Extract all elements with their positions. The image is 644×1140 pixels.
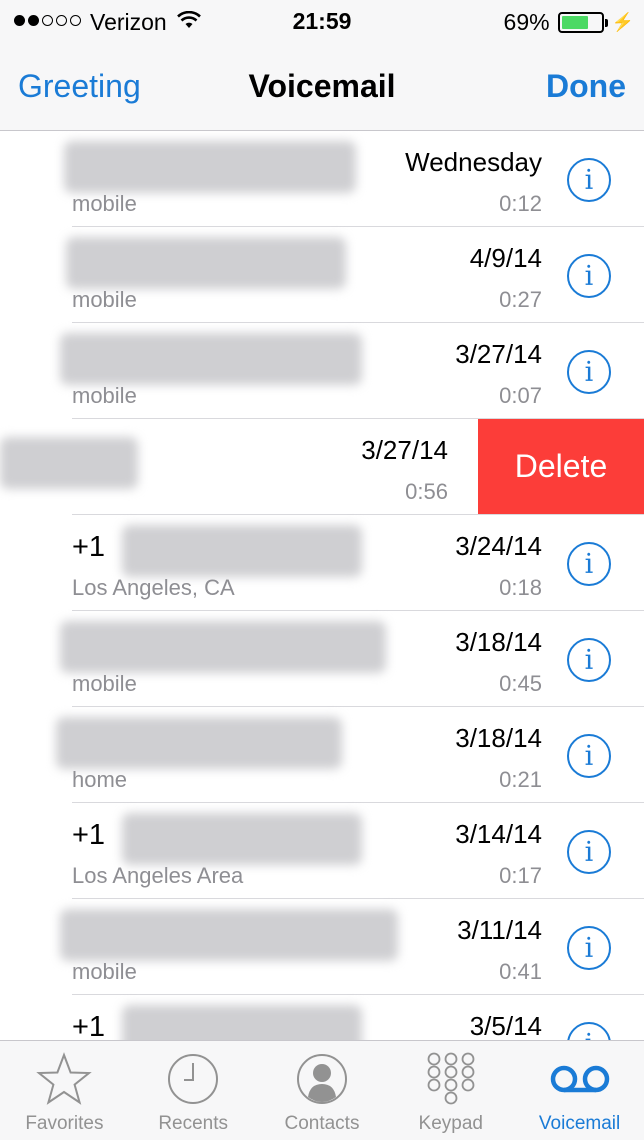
voicemail-icon bbox=[548, 1051, 612, 1107]
tab-label: Voicemail bbox=[538, 1113, 621, 1134]
battery-icon bbox=[557, 11, 608, 33]
voicemail-row[interactable]: 4/9/14 mobile 0:27 i bbox=[0, 227, 644, 323]
tab-label: Recents bbox=[158, 1113, 229, 1134]
voicemail-label: mobile bbox=[72, 191, 137, 216]
tab-label: Contacts bbox=[284, 1113, 360, 1134]
voicemail-duration: 0:41 bbox=[499, 959, 542, 984]
info-button[interactable]: i bbox=[567, 542, 611, 586]
info-button[interactable]: i bbox=[567, 254, 611, 298]
blurred-caller-name bbox=[64, 141, 356, 193]
charging-bolt-icon: ⚡ bbox=[611, 11, 634, 32]
blurred-caller-name bbox=[60, 909, 398, 961]
voicemail-date: 4/9/14 bbox=[469, 243, 542, 273]
voicemail-date: 3/18/14 bbox=[455, 723, 542, 753]
delete-button[interactable]: Delete bbox=[478, 419, 644, 514]
status-bar: Verizon 21:59 69% ⚡ bbox=[0, 0, 644, 44]
voicemail-row[interactable]: 3/27/14 mobile 0:07 i bbox=[0, 323, 644, 419]
info-button[interactable]: i bbox=[567, 830, 611, 874]
tab-voicemail[interactable]: Voicemail bbox=[515, 1041, 644, 1140]
voicemail-duration: 0:17 bbox=[499, 863, 542, 888]
voicemail-row[interactable]: 3/18/14 home 0:21 i bbox=[0, 707, 644, 803]
info-button[interactable]: i bbox=[567, 926, 611, 970]
voicemail-date: Wednesday bbox=[405, 147, 542, 177]
voicemail-row-swiped[interactable]: 3/27/14 0:56 Delete bbox=[0, 419, 644, 515]
blurred-caller-name bbox=[56, 717, 342, 769]
voicemail-label: home bbox=[72, 767, 128, 792]
voicemail-duration: 0:56 bbox=[405, 479, 448, 504]
blurred-caller-name bbox=[60, 333, 362, 385]
voicemail-row[interactable]: 3/18/14 mobile 0:45 i bbox=[0, 611, 644, 707]
voicemail-label: mobile bbox=[72, 287, 137, 312]
blurred-phone-number bbox=[122, 1005, 362, 1040]
voicemail-duration: 0:21 bbox=[499, 767, 542, 792]
voicemail-label: Los Angeles Area bbox=[72, 863, 244, 888]
voicemail-date: 3/27/14 bbox=[455, 339, 542, 369]
voicemail-row[interactable]: Wednesday mobile 0:12 i bbox=[0, 131, 644, 227]
voicemail-list[interactable]: Wednesday mobile 0:12 i 4/9/14 mobile 0:… bbox=[0, 131, 644, 1040]
star-icon bbox=[36, 1051, 93, 1107]
voicemail-row[interactable]: 3/11/14 mobile 0:41 i bbox=[0, 899, 644, 995]
battery-status: 69% ⚡ bbox=[504, 8, 634, 36]
voicemail-duration: 0:12 bbox=[499, 191, 542, 216]
info-button[interactable]: i bbox=[567, 1022, 611, 1040]
tab-bar: Favorites Recents Contacts Keypad Voicem… bbox=[0, 1040, 644, 1140]
voicemail-duration: 0:18 bbox=[499, 575, 542, 600]
voicemail-row[interactable]: +1 3/24/14 Los Angeles, CA 0:18 i bbox=[0, 515, 644, 611]
voicemail-label: mobile bbox=[72, 383, 137, 408]
tab-recents[interactable]: Recents bbox=[129, 1041, 258, 1140]
keypad-icon bbox=[426, 1051, 476, 1107]
clock-icon bbox=[167, 1051, 219, 1107]
voicemail-date: 3/5/14 bbox=[469, 1011, 542, 1040]
blurred-caller-name bbox=[60, 621, 386, 673]
battery-percent: 69% bbox=[503, 8, 550, 35]
voicemail-duration: 0:45 bbox=[499, 671, 542, 696]
info-button[interactable]: i bbox=[567, 734, 611, 778]
phone-prefix: +1 bbox=[72, 819, 106, 851]
voicemail-row[interactable]: +1 3/5/14 i bbox=[0, 995, 644, 1040]
phone-prefix: +1 bbox=[72, 1011, 106, 1040]
info-button[interactable]: i bbox=[567, 638, 611, 682]
voicemail-date: 3/18/14 bbox=[455, 627, 542, 657]
info-button[interactable]: i bbox=[567, 158, 611, 202]
voicemail-duration: 0:27 bbox=[499, 287, 542, 312]
tab-contacts[interactable]: Contacts bbox=[258, 1041, 387, 1140]
voicemail-duration: 0:07 bbox=[499, 383, 542, 408]
blurred-caller-name bbox=[66, 237, 346, 289]
person-icon bbox=[296, 1051, 348, 1107]
done-button[interactable]: Done bbox=[546, 68, 626, 105]
blurred-phone-number bbox=[122, 525, 362, 577]
tab-keypad[interactable]: Keypad bbox=[386, 1041, 515, 1140]
tab-label: Favorites bbox=[25, 1113, 104, 1134]
voicemail-row[interactable]: +1 3/14/14 Los Angeles Area 0:17 i bbox=[0, 803, 644, 899]
voicemail-label: Los Angeles, CA bbox=[72, 575, 235, 600]
tab-label: Keypad bbox=[418, 1113, 483, 1134]
voicemail-date: 3/14/14 bbox=[455, 819, 542, 849]
info-button[interactable]: i bbox=[567, 350, 611, 394]
voicemail-date: 3/24/14 bbox=[455, 531, 542, 561]
navigation-bar: Greeting Voicemail Done bbox=[0, 44, 644, 131]
blurred-phone-number bbox=[122, 813, 362, 865]
voicemail-label: mobile bbox=[72, 671, 137, 696]
phone-prefix: +1 bbox=[72, 531, 106, 563]
voicemail-label: mobile bbox=[72, 959, 137, 984]
blurred-caller-name bbox=[0, 437, 138, 489]
voicemail-date: 3/11/14 bbox=[457, 915, 542, 945]
voicemail-date: 3/27/14 bbox=[361, 435, 448, 465]
tab-favorites[interactable]: Favorites bbox=[0, 1041, 129, 1140]
